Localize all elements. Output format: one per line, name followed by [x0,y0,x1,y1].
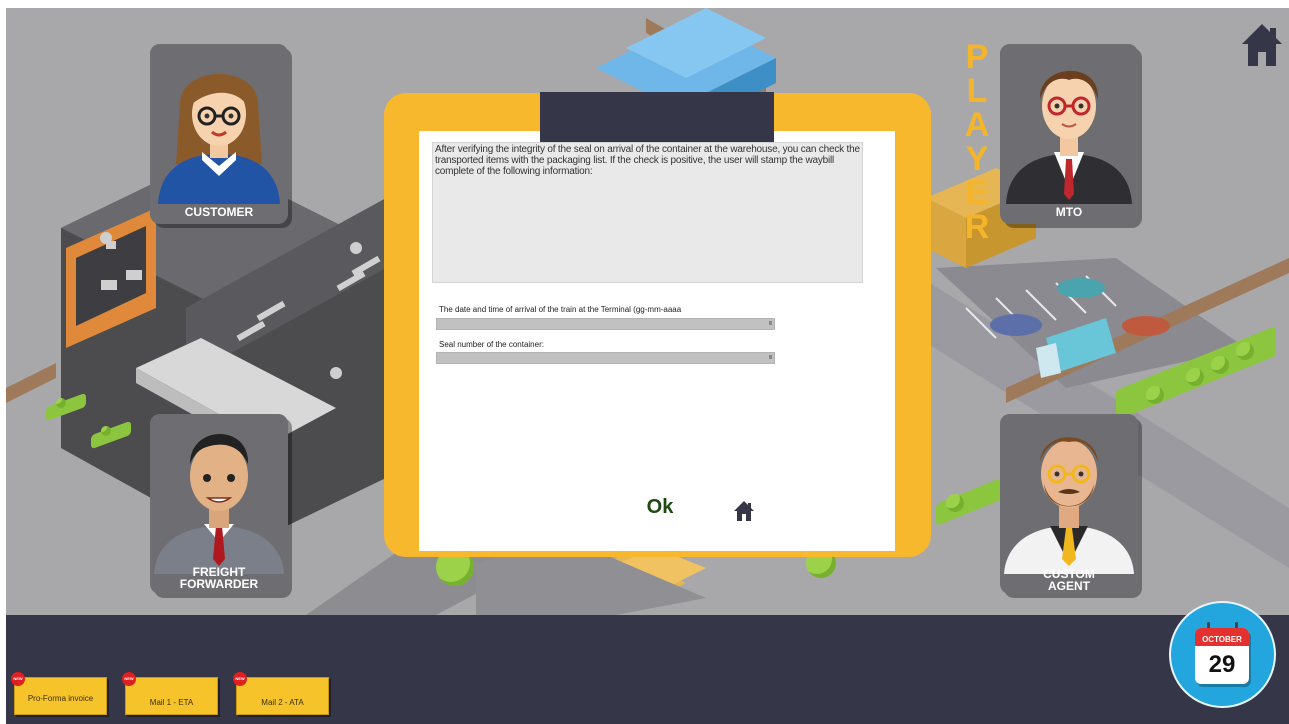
player-letter: P [965,38,989,76]
dialog-home-button[interactable] [733,500,755,522]
freight-forwarder-avatar [150,414,288,574]
seal-number-input[interactable] [436,352,775,364]
player-letter: Y [965,140,989,178]
freight-forwarder-label: FREIGHT FORWARDER [150,566,288,590]
arrival-date-label: The date and time of arrival of the trai… [439,305,682,314]
doc-pro-forma-invoice-button[interactable]: NEW Pro-Forma invoice [11,672,107,715]
customer-label: CUSTOMER [184,205,254,219]
player-letter: L [966,72,988,110]
calendar-day: 29 [1208,651,1236,678]
mto-label: MTO [1055,205,1083,219]
freight-forwarder-card[interactable]: FREIGHT FORWARDER [150,414,288,594]
home-icon [734,501,754,521]
player-letter: R [964,208,990,246]
freight-forwarder-label-line2: FORWARDER [179,577,259,591]
custom-agent-label: CUSTOM AGENT [1000,568,1138,592]
arrival-date-input[interactable] [436,318,775,330]
doc-label: Pro-Forma invoice [27,694,94,703]
custom-agent-card[interactable]: CUSTOM AGENT [1000,414,1138,594]
seal-number-label: Seal number of the container: [439,340,544,349]
doc-mail-2-ata-button[interactable]: NEW Mail 2 - ATA [233,672,329,715]
doc-label: Mail 2 - ATA [261,698,304,707]
calendar-icon: OCTOBER 29 [1195,628,1249,684]
customer-card[interactable]: CUSTOMER [150,44,288,224]
ok-button[interactable]: Ok [640,496,680,522]
new-badge: NEW [122,672,136,686]
new-badge: NEW [11,672,25,686]
input-handle-icon [769,321,772,325]
calendar-month: OCTOBER [1195,628,1249,646]
doc-mail-1-eta-button[interactable]: NEW Mail 1 - ETA [122,672,218,715]
new-badge: NEW [233,672,247,686]
player-indicator: P L A Y E R [962,40,992,244]
player-letter: A [964,106,990,144]
player-letter: E [965,174,989,212]
customer-avatar [150,44,288,204]
instruction-text-box: After verifying the integrity of the sea… [432,142,863,283]
home-button[interactable] [1240,22,1284,68]
mto-card[interactable]: MTO [1000,44,1138,224]
custom-agent-avatar [1000,414,1138,574]
custom-agent-label-line2: AGENT [1048,579,1090,593]
game-screen: CUSTOMER MTO FREIGHT FORWARDER CUSTOM AG… [0,0,1289,724]
home-icon [1242,24,1282,66]
doc-label: Mail 1 - ETA [149,698,194,707]
input-handle-icon [769,355,772,359]
dialog-clip-tab [540,92,774,142]
mto-avatar [1000,44,1138,204]
